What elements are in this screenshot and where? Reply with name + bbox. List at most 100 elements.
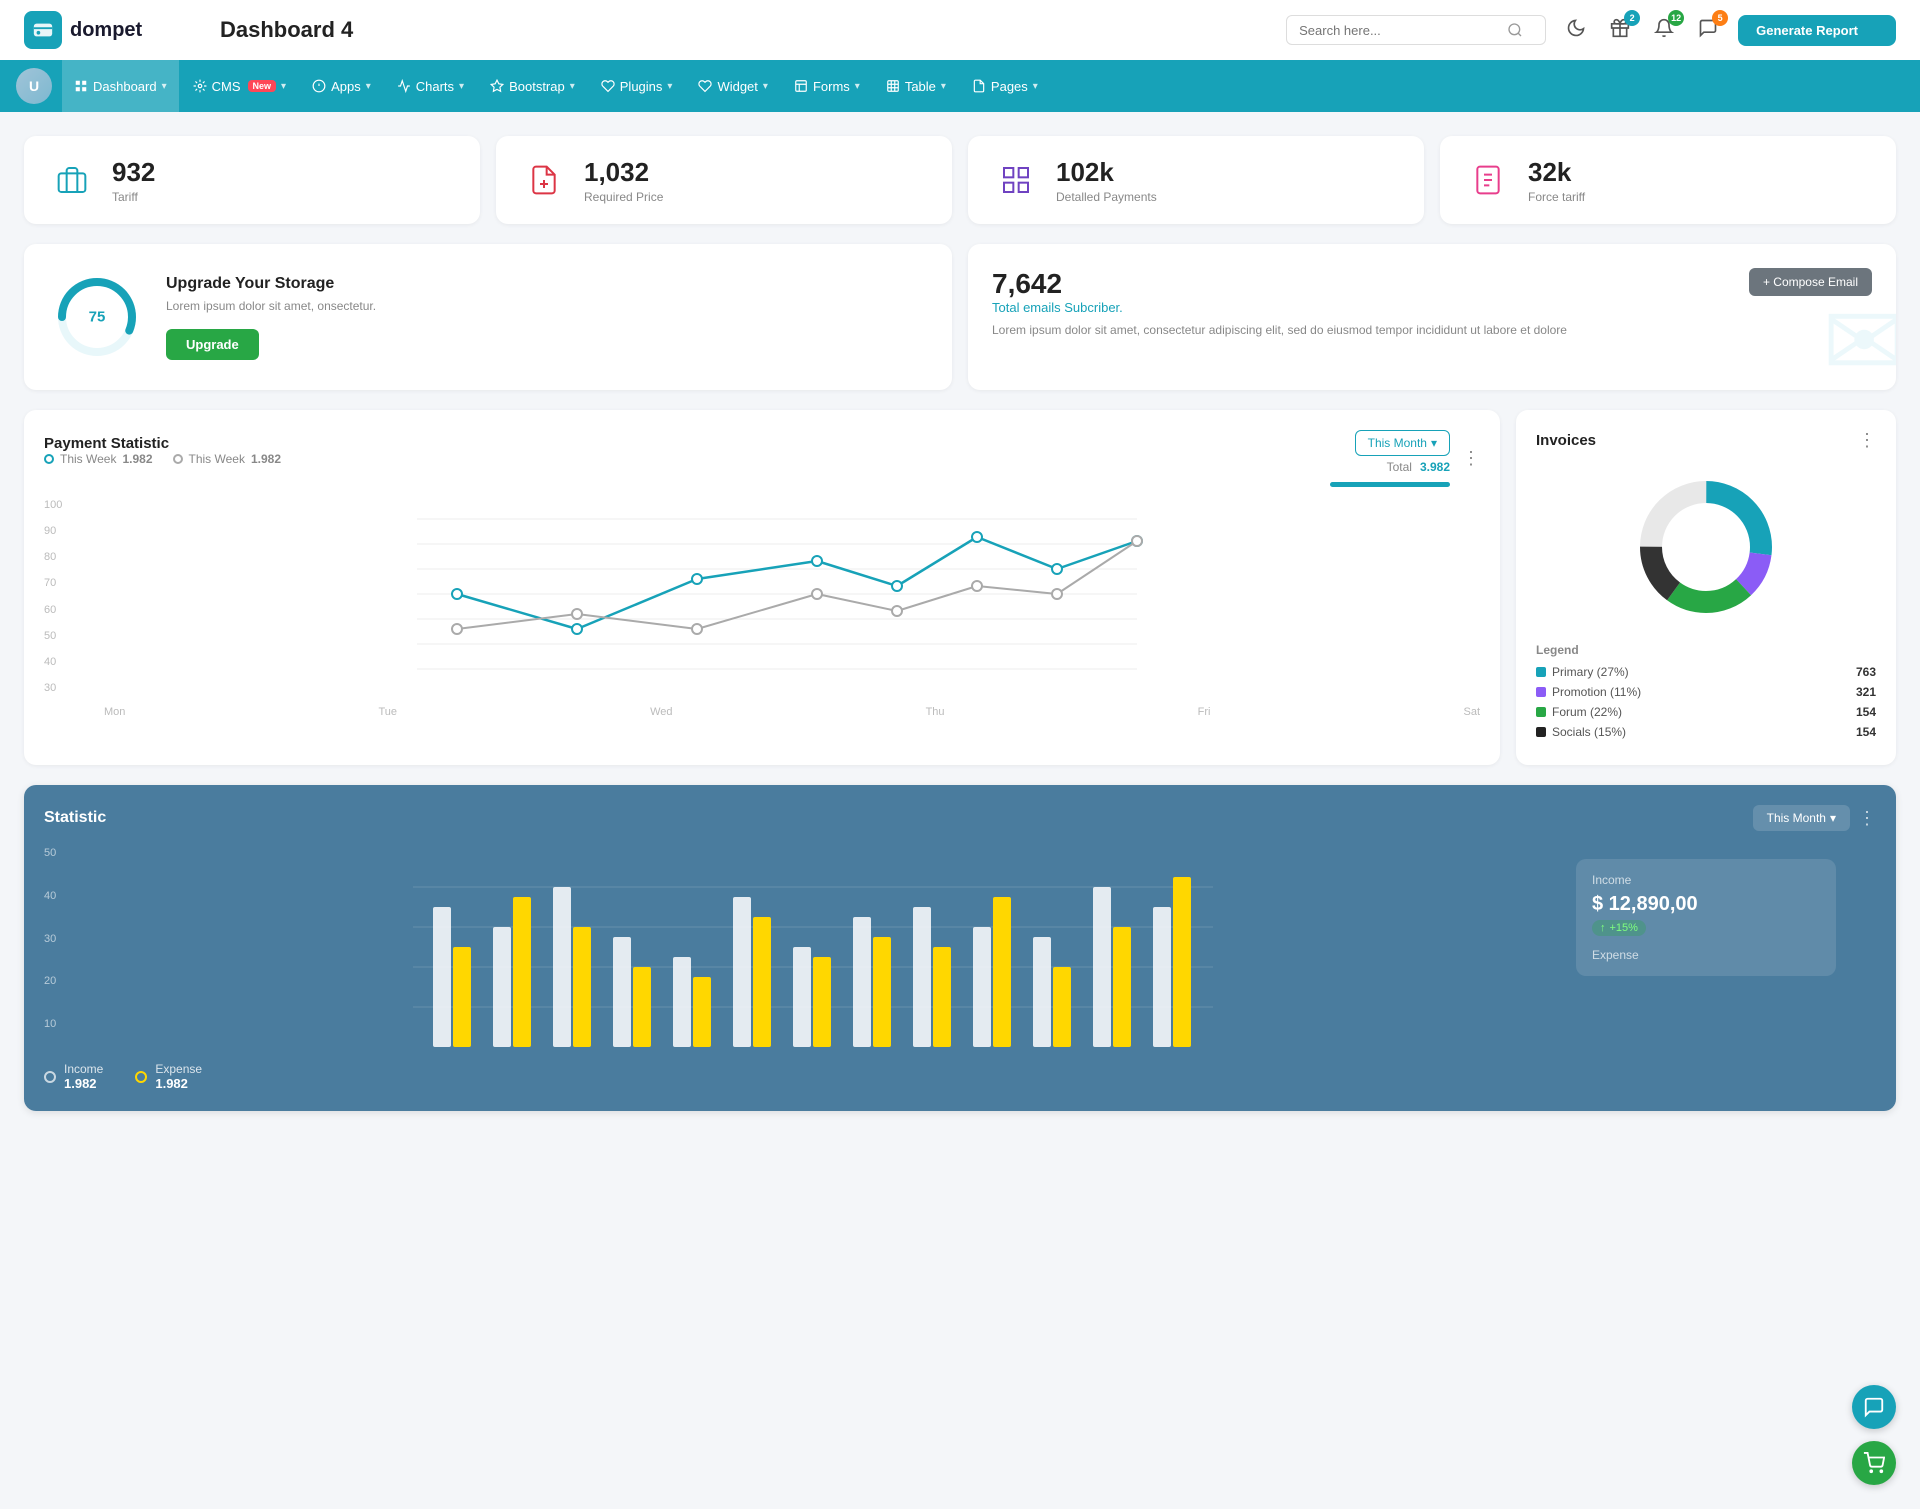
income-box-section: Income $ 12,890,00 ↑ +15% Expense — [1576, 847, 1876, 1091]
tariff-label: Tariff — [112, 190, 155, 204]
email-subtitle: Total emails Subcriber. — [992, 300, 1567, 315]
chat-icon-btn[interactable]: 5 — [1694, 14, 1722, 47]
nav-widget-label: Widget — [717, 79, 757, 94]
plugins-chevron-icon: ▾ — [667, 81, 672, 92]
email-count: 7,642 — [992, 268, 1567, 300]
statistic-body: 5040302010 — [44, 847, 1876, 1091]
bootstrap-chevron-icon: ▾ — [570, 81, 575, 92]
nav-forms-label: Forms — [813, 79, 850, 94]
header-icons: 2 12 5 Generate Report — [1562, 14, 1896, 47]
sidebar-item-dashboard[interactable]: Dashboard ▾ — [62, 60, 179, 112]
stat-card-price: 1,032 Required Price — [496, 136, 952, 224]
legend-title: Legend — [1536, 643, 1876, 657]
nav-apps-label: Apps — [331, 79, 361, 94]
email-bg-icon: ✉ — [1822, 283, 1896, 390]
bell-icon-btn[interactable]: 12 — [1650, 14, 1678, 47]
legend-item-1: This Week 1.982 — [44, 452, 153, 466]
nav-bootstrap-label: Bootstrap — [509, 79, 565, 94]
price-label: Required Price — [584, 190, 663, 204]
invoices-title: Invoices — [1536, 432, 1596, 449]
storage-card: 75 Upgrade Your Storage Lorem ipsum dolo… — [24, 244, 952, 390]
email-description: Lorem ipsum dolor sit amet, consectetur … — [992, 323, 1567, 337]
forms-chevron-icon: ▾ — [855, 81, 860, 92]
primary-color — [1536, 667, 1546, 677]
logo-icon — [24, 11, 62, 49]
sidebar-item-table[interactable]: Table ▾ — [874, 60, 958, 112]
price-icon — [520, 156, 568, 204]
chart-x-axis: MonTueWedThuFriSat — [74, 706, 1480, 718]
table-chevron-icon: ▾ — [941, 81, 946, 92]
sidebar-item-charts[interactable]: Charts ▾ — [385, 60, 476, 112]
pages-chevron-icon: ▾ — [1033, 81, 1038, 92]
legend-dot-gray — [173, 454, 183, 464]
legend-forum: Forum (22%) 154 — [1536, 705, 1876, 719]
bar-chart-section: 5040302010 — [44, 847, 1552, 1091]
statistic-title: Statistic — [44, 809, 106, 827]
nav-avatar: U — [16, 68, 52, 104]
payments-icon — [992, 156, 1040, 204]
chat-float-button[interactable] — [1852, 1385, 1896, 1429]
legend-dot-teal — [44, 454, 54, 464]
income-box: Income $ 12,890,00 ↑ +15% Expense — [1576, 859, 1836, 976]
middle-row: 75 Upgrade Your Storage Lorem ipsum dolo… — [24, 244, 1896, 390]
sidebar-item-pages[interactable]: Pages ▾ — [960, 60, 1050, 112]
nav-table-label: Table — [905, 79, 936, 94]
legend-primary: Primary (27%) 763 — [1536, 665, 1876, 679]
socials-color — [1536, 727, 1546, 737]
shop-float-button[interactable] — [1852, 1441, 1896, 1485]
statistic-menu-button[interactable]: ⋮ — [1858, 808, 1876, 829]
chat-badge: 5 — [1712, 10, 1728, 26]
force-icon — [1464, 156, 1512, 204]
legend-item-2: This Week 1.982 — [173, 452, 282, 466]
search-input[interactable] — [1299, 23, 1499, 38]
main-content: 932 Tariff 1,032 Required Price 102k Det… — [0, 112, 1920, 1135]
bar-chart-svg — [74, 847, 1552, 1047]
invoices-header: Invoices ⋮ — [1536, 430, 1876, 451]
sidebar-item-plugins[interactable]: Plugins ▾ — [589, 60, 685, 112]
income-amount: $ 12,890,00 — [1592, 893, 1820, 916]
cms-new-badge: New — [248, 80, 277, 92]
nav-pages-label: Pages — [991, 79, 1028, 94]
bar-y-axis: 5040302010 — [44, 847, 56, 1030]
this-month-button[interactable]: This Month ▾ — [1355, 430, 1450, 456]
legend-promotion: Promotion (11%) 321 — [1536, 685, 1876, 699]
moon-icon-btn[interactable] — [1562, 14, 1590, 47]
statistic-card: Statistic This Month ▾ ⋮ 5040302010 — [24, 785, 1896, 1111]
search-bar[interactable] — [1286, 15, 1546, 45]
income-box-title: Income — [1592, 873, 1820, 887]
stat-cards-grid: 932 Tariff 1,032 Required Price 102k Det… — [24, 136, 1896, 224]
storage-description: Lorem ipsum dolor sit amet, onsectetur. — [166, 299, 376, 313]
statistic-controls: This Month ▾ ⋮ — [1753, 805, 1876, 831]
chart-menu-button[interactable]: ⋮ — [1462, 448, 1480, 469]
payment-statistic-title: Payment Statistic — [44, 435, 281, 452]
nav-cms-label: CMS — [212, 79, 241, 94]
apps-chevron-icon: ▾ — [366, 81, 371, 92]
gift-icon-btn[interactable]: 2 — [1606, 14, 1634, 47]
legend-socials: Socials (15%) 154 — [1536, 725, 1876, 739]
sidebar-item-cms[interactable]: CMS New ▾ — [181, 60, 298, 112]
line-chart-container: 10090807060504030 — [44, 499, 1480, 718]
generate-report-button[interactable]: Generate Report — [1738, 15, 1896, 46]
storage-percent: 75 — [89, 309, 106, 326]
upgrade-button[interactable]: Upgrade — [166, 329, 259, 360]
sidebar-item-bootstrap[interactable]: Bootstrap ▾ — [478, 60, 587, 112]
statistic-chevron-icon: ▾ — [1830, 811, 1836, 825]
nav-charts-label: Charts — [416, 79, 454, 94]
stat-card-force: 32k Force tariff — [1440, 136, 1896, 224]
header: dompet Dashboard 4 2 12 5 Generate Repor… — [0, 0, 1920, 60]
statistic-this-month-button[interactable]: This Month ▾ — [1753, 805, 1850, 831]
gift-badge: 2 — [1624, 10, 1640, 26]
sidebar-item-forms[interactable]: Forms ▾ — [782, 60, 872, 112]
chart-y-axis: 10090807060504030 — [44, 499, 62, 694]
ie-income: Income 1.982 — [44, 1062, 103, 1091]
stat-card-payments: 102k Detalled Payments — [968, 136, 1424, 224]
sidebar-item-widget[interactable]: Widget ▾ — [686, 60, 780, 112]
email-card: 7,642 Total emails Subcriber. Lorem ipsu… — [968, 244, 1896, 390]
tariff-icon — [48, 156, 96, 204]
header-title: Dashboard 4 — [200, 17, 1270, 43]
stat-card-tariff: 932 Tariff — [24, 136, 480, 224]
invoices-menu-button[interactable]: ⋮ — [1858, 430, 1876, 451]
total-label: Total — [1387, 460, 1412, 474]
logo-text: dompet — [70, 19, 142, 42]
sidebar-item-apps[interactable]: Apps ▾ — [300, 60, 383, 112]
